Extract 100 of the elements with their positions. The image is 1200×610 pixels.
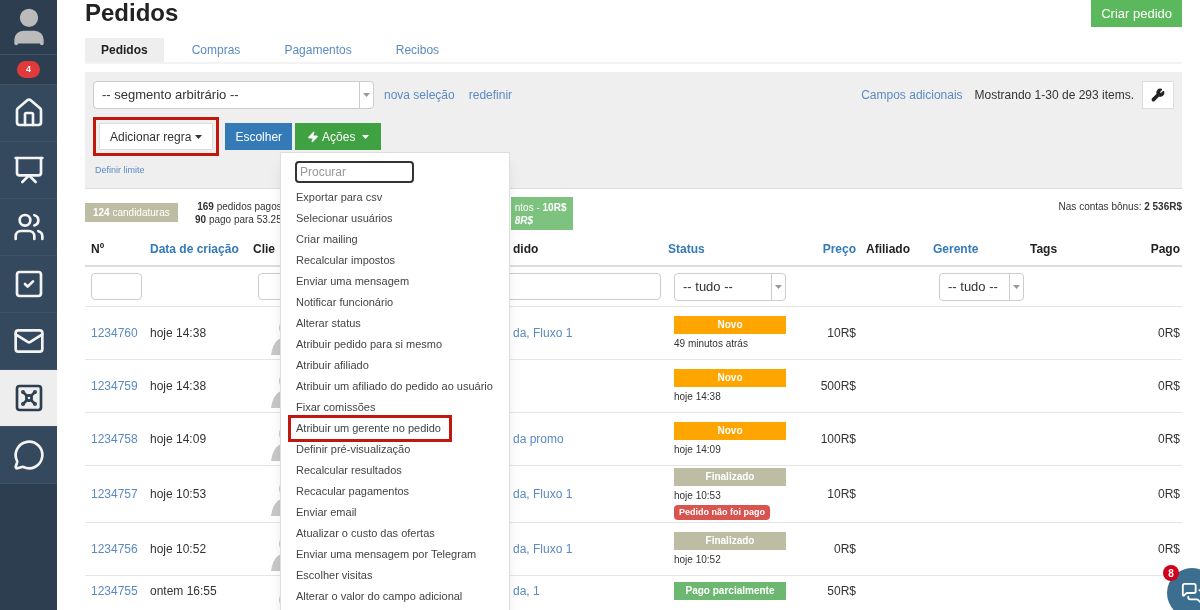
payments-summary-text: ntos - 10R$ xyxy=(514,201,567,214)
price: 10R$ xyxy=(826,486,857,503)
add-rule-button[interactable]: Adicionar regra xyxy=(99,123,214,150)
status-badge: Novo xyxy=(674,421,786,440)
creation-date: hoje 10:52 xyxy=(150,541,208,558)
status-time: 49 minutos atrás xyxy=(674,336,748,351)
menu-item[interactable]: Notificar funcionário xyxy=(291,292,402,313)
column-header[interactable]: Preço xyxy=(800,240,858,258)
menu-item[interactable]: Exportar para csv xyxy=(291,187,391,208)
tab[interactable]: Recibos xyxy=(379,38,456,62)
order-number-link[interactable]: 1234758 xyxy=(85,430,150,448)
price: 100R$ xyxy=(819,431,857,448)
applications-badge: 124 candidaturas xyxy=(85,203,178,222)
menu-item[interactable]: Atribuir um afiliado do pedido ao usuário xyxy=(291,376,501,397)
status-time: hoje 10:53 xyxy=(674,488,721,503)
status-badge: Finalizado xyxy=(674,467,786,486)
set-limit-link[interactable]: Definir limite xyxy=(95,164,145,178)
column-header[interactable]: Gerente xyxy=(933,240,1030,258)
price: 0R$ xyxy=(833,541,857,558)
menu-item[interactable]: Criar mailing xyxy=(291,229,366,250)
manager-filter-select[interactable]: -- tudo -- xyxy=(939,272,1024,301)
column-header: Pago xyxy=(1149,241,1181,258)
menu-item[interactable]: Recalcular impostos xyxy=(291,250,404,271)
menu-item[interactable]: Escolher visitas xyxy=(291,565,381,586)
sidebar-item[interactable] xyxy=(0,142,57,199)
additional-fields-link[interactable]: Campos adicionais xyxy=(861,86,963,104)
column-header: Nº xyxy=(90,241,106,258)
wrench-icon xyxy=(1151,88,1165,102)
paid-amount: 0R$ xyxy=(1157,378,1181,395)
creation-date: hoje 10:53 xyxy=(150,486,208,503)
new-selection-link[interactable]: nova seleção xyxy=(384,86,455,104)
chart-icon xyxy=(12,154,45,186)
status-badge: Pago parcialmente xyxy=(674,582,786,600)
notification-badge[interactable]: 4 xyxy=(17,60,40,79)
sidebar-item[interactable] xyxy=(0,427,57,484)
creation-date: hoje 14:09 xyxy=(150,431,208,448)
lightning-icon xyxy=(307,130,320,143)
menu-item[interactable]: Atribuir pedido para si mesmo xyxy=(291,334,451,355)
unpaid-badge: Pedido não foi pago xyxy=(674,504,770,521)
chat-icon xyxy=(12,439,45,471)
tab[interactable]: Compras xyxy=(175,38,257,62)
order-number-link[interactable]: 1234760 xyxy=(85,324,150,342)
menu-item[interactable]: Fixar comissões xyxy=(291,397,384,418)
caret-icon xyxy=(362,134,370,139)
column-header: Afiliado xyxy=(865,241,911,258)
status-filter-select[interactable]: -- tudo -- xyxy=(674,272,786,301)
menu-item[interactable]: Recalcular resultados xyxy=(291,460,410,481)
status-badge: Novo xyxy=(674,315,786,334)
price: 50R$ xyxy=(826,583,857,600)
settings-button[interactable] xyxy=(1142,81,1174,109)
actions-button[interactable]: Ações xyxy=(295,123,382,150)
order-number-link[interactable]: 1234755 xyxy=(85,582,150,600)
number-filter-field[interactable] xyxy=(91,273,142,300)
tab[interactable]: Pagamentos xyxy=(268,38,368,62)
tab[interactable]: Pedidos xyxy=(85,38,164,62)
column-header: Tags xyxy=(1030,241,1059,258)
menu-item[interactable]: Enviar uma mensagem xyxy=(291,271,418,292)
menu-item[interactable]: Definir pré-visualização xyxy=(291,439,419,460)
dropdown-arrow-icon xyxy=(363,93,370,97)
sidebar-item[interactable] xyxy=(0,85,57,142)
status-badge: Finalizado xyxy=(674,531,786,550)
chat-badge: 8 xyxy=(1163,565,1179,581)
chat-icon xyxy=(1181,582,1200,604)
sidebar-item[interactable] xyxy=(0,313,57,370)
menu-item[interactable]: Atribuir um gerente no pedido xyxy=(291,418,449,439)
sidebar-item[interactable] xyxy=(0,199,57,256)
column-header[interactable]: Data de criação xyxy=(150,240,253,258)
menu-item[interactable]: Enviar email xyxy=(291,502,365,523)
order-number-link[interactable]: 1234759 xyxy=(85,377,150,395)
paid-amount: 0R$ xyxy=(1157,325,1181,342)
paid-amount: 0R$ xyxy=(1157,486,1181,503)
reset-link[interactable]: redefinir xyxy=(468,86,513,104)
price: 10R$ xyxy=(826,325,857,342)
caret-icon xyxy=(195,135,203,140)
segment-select[interactable]: -- segmento arbitrário -- xyxy=(93,81,374,109)
creation-date: hoje 14:38 xyxy=(150,325,208,342)
dropdown-arrow-icon xyxy=(775,284,782,289)
menu-item[interactable]: Atualizar o custo das ofertas xyxy=(291,523,443,544)
sidebar-item[interactable] xyxy=(0,370,57,427)
search-field[interactable]: Procurar xyxy=(295,161,414,183)
menu-item[interactable]: Enviar uma mensagem por Telegram xyxy=(291,544,485,565)
column-header[interactable]: Status xyxy=(668,240,800,258)
menu-item[interactable]: Alterar status xyxy=(291,313,369,334)
menu-item[interactable]: Selecionar usuários xyxy=(291,208,401,229)
menu-item[interactable]: Recacular pagamentos xyxy=(291,481,418,502)
order-number-link[interactable]: 1234757 xyxy=(85,485,150,503)
menu-item[interactable]: Alterar o valor do campo adicional xyxy=(291,586,471,607)
status-time: hoje 10:52 xyxy=(674,552,721,567)
payments-summary-amount: 8R$ xyxy=(514,214,535,227)
page-title: Pedidos xyxy=(85,1,179,25)
menu-item[interactable]: Atribuir afiliado xyxy=(291,355,377,376)
paid-amount: 0R$ xyxy=(1157,431,1181,448)
sidebar-item[interactable] xyxy=(0,256,57,313)
paid-amount: 0R$ xyxy=(1157,541,1181,558)
order-number-link[interactable]: 1234756 xyxy=(85,540,150,558)
bonus-total: Nas contas bônus: 2 536R$ xyxy=(1058,200,1182,214)
items-count: Mostrando 1-30 de 293 items. xyxy=(974,87,1134,104)
status-badge: Novo xyxy=(674,368,786,387)
status-time: hoje 14:38 xyxy=(674,389,721,404)
choose-button[interactable]: Escolher xyxy=(225,123,293,150)
